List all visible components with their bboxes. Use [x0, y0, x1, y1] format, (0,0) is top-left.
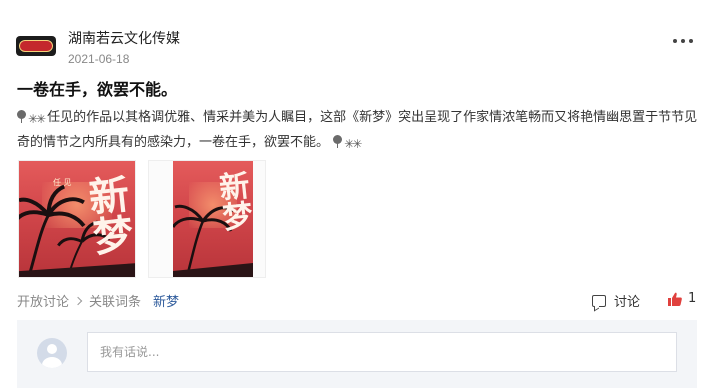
comment-icon	[592, 294, 606, 307]
comment-input[interactable]	[87, 332, 677, 372]
post-date: 2021-06-18	[68, 52, 130, 66]
pin-icon	[17, 110, 26, 123]
post-image-2[interactable]: 新梦	[148, 160, 266, 278]
palm-tree-icon: ✳✳	[28, 112, 46, 126]
like-count: 1	[688, 291, 697, 306]
topic-link[interactable]: 新梦	[153, 291, 179, 310]
thumbs-up-icon	[668, 292, 682, 306]
pin-icon	[333, 135, 343, 148]
commenter-avatar	[37, 338, 67, 368]
comment-button[interactable]: 讨论	[592, 291, 640, 310]
cover-author-label: 任 见	[53, 178, 72, 187]
cover-calligraphy: 新梦	[211, 169, 254, 233]
palm-tree-icon: ✳✳	[344, 137, 362, 151]
breadcrumb-related-entries[interactable]: 关联词条	[89, 291, 141, 310]
breadcrumb-open-discussion[interactable]: 开放讨论	[17, 291, 69, 310]
chevron-right-icon	[73, 296, 83, 305]
author-name[interactable]: 湖南若云文化传媒	[68, 28, 180, 48]
author-avatar[interactable]	[16, 36, 56, 56]
like-button[interactable]: 1	[668, 291, 696, 306]
cover-calligraphy: 新梦	[79, 172, 136, 258]
comment-panel	[17, 320, 697, 388]
breadcrumb: 开放讨论 关联词条 新梦	[17, 291, 179, 310]
comment-label: 讨论	[614, 295, 641, 310]
post-title: 一卷在手，欲罢不能。	[17, 80, 178, 99]
post-image-1[interactable]: 任 见 新梦	[18, 160, 136, 278]
more-options-button[interactable]	[673, 33, 699, 49]
post-body: ✳✳ 任见的作品以其格调优雅、情采并美为人瞩目，这部《新梦》突出呈现了作家情浓笔畅…	[17, 106, 707, 156]
